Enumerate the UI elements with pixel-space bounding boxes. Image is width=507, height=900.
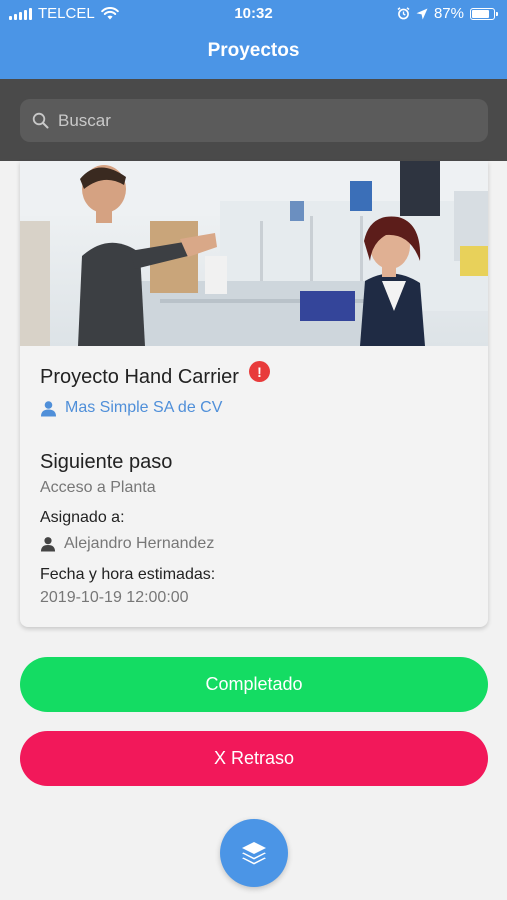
search-bar: Buscar <box>0 79 507 161</box>
search-input[interactable]: Buscar <box>20 99 488 142</box>
project-photo <box>20 161 488 346</box>
battery-icon <box>470 7 498 20</box>
alert-icon: ! <box>248 361 270 382</box>
battery-fill <box>472 9 490 18</box>
top-bar: TELCEL 10:32 87% Proyectos <box>0 0 507 79</box>
delay-button[interactable]: X Retraso <box>20 731 488 786</box>
company-link[interactable]: Mas Simple SA de CV <box>40 399 222 417</box>
user-icon <box>41 400 56 416</box>
battery-percent: 87% <box>433 5 464 22</box>
location-icon <box>416 8 428 19</box>
project-name: Proyecto Hand Carrier ! <box>40 361 270 389</box>
project-name-text: Proyecto Hand Carrier <box>40 366 239 388</box>
assigned-label: Asignado a: <box>40 509 125 526</box>
search-placeholder: Buscar <box>58 110 111 130</box>
completed-button[interactable]: Completado <box>20 657 488 712</box>
layers-icon <box>242 842 266 865</box>
company-name: Mas Simple SA de CV <box>65 399 223 416</box>
search-icon <box>32 112 49 129</box>
assignee-name: Alejandro Hernandez <box>64 535 215 552</box>
project-card[interactable]: Proyecto Hand Carrier ! Mas Simple SA de… <box>20 161 488 627</box>
date-value: 2019-10-19 12:00:00 <box>40 589 189 606</box>
assigned-value: Alejandro Hernandez <box>40 535 214 553</box>
layers-fab-button[interactable] <box>220 819 288 887</box>
status-bar: TELCEL 10:32 87% <box>0 0 507 26</box>
date-label: Fecha y hora estimadas: <box>40 566 216 583</box>
status-right: 87% <box>397 5 498 22</box>
next-step-value: Acceso a Planta <box>40 479 156 496</box>
alarm-icon <box>397 7 410 20</box>
next-step-title: Siguiente paso <box>40 451 173 473</box>
user-icon <box>40 537 56 552</box>
page-title: Proyectos <box>207 40 300 61</box>
